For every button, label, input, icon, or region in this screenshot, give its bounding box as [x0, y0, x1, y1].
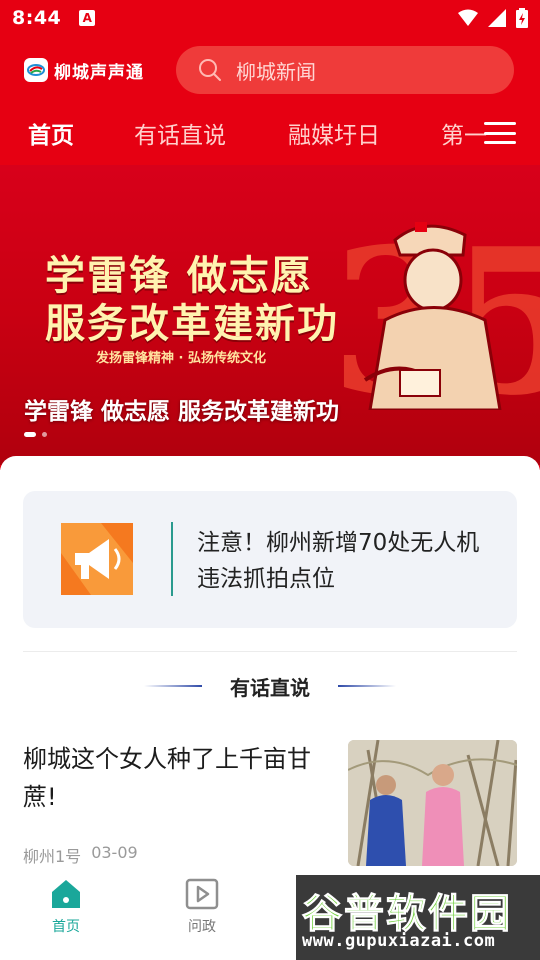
- notice-text: 注意！柳州新增70处无人机违法抓拍点位: [197, 530, 480, 592]
- search-icon: [199, 59, 221, 81]
- banner-headline-line2: 服务改革建新功: [45, 300, 339, 347]
- channel-tabs: 首页 有话直说 融媒圩日 第一: [0, 108, 540, 158]
- banner-carousel[interactable]: 35 学雷锋 做志愿 服务改革建新功 发扬雷锋精神 · 弘扬传统文化 学雷锋 做…: [0, 165, 540, 465]
- notification-a-icon: A: [79, 10, 96, 26]
- app-logo-icon: [24, 58, 48, 82]
- nav-wenzheng[interactable]: 问政: [162, 878, 242, 936]
- status-bar: 8:44 A: [0, 0, 540, 36]
- tab-rongmei-xuri[interactable]: 融媒圩日: [288, 116, 380, 150]
- battery-icon: [516, 8, 528, 28]
- notice-divider: [171, 522, 173, 596]
- section-line-left: [144, 685, 202, 687]
- banner-slogan: 发扬雷锋精神 · 弘扬传统文化: [96, 351, 266, 366]
- tab-home[interactable]: 首页: [28, 116, 74, 150]
- section-title: 有话直说: [230, 675, 310, 700]
- signal-icon: [488, 9, 506, 27]
- nav-home[interactable]: 首页: [26, 878, 106, 936]
- play-square-icon: [185, 878, 219, 910]
- article-date: 03-09: [91, 843, 138, 862]
- app-name: 柳城声声通: [54, 62, 144, 83]
- status-icons: [458, 8, 528, 28]
- search-placeholder: 柳城新闻: [236, 59, 316, 84]
- carousel-dot: [42, 432, 47, 437]
- nav-home-label: 首页: [52, 919, 80, 935]
- tab-first[interactable]: 第一: [441, 116, 487, 150]
- divider: [23, 651, 517, 652]
- channel-menu-icon[interactable]: [484, 118, 516, 148]
- article-title: 柳城这个女人种了上千亩甘蔗!: [23, 745, 311, 811]
- tab-youhua-zhishuo[interactable]: 有话直说: [134, 116, 226, 150]
- carousel-dot-active: [24, 432, 36, 437]
- banner-caption: 学雷锋 做志愿 服务改革建新功: [24, 399, 340, 425]
- nav-wenzheng-label: 问政: [188, 919, 216, 935]
- app-bar: 柳城声声通 柳城新闻: [0, 42, 540, 98]
- app-logo[interactable]: 柳城声声通: [24, 58, 144, 83]
- home-icon: [52, 880, 80, 908]
- status-time: 8:44: [12, 7, 62, 29]
- wifi-icon: [458, 9, 478, 26]
- article-source: 柳州1号: [23, 847, 82, 866]
- section-header: 有话直说: [0, 669, 540, 703]
- carousel-indicator: [24, 432, 47, 437]
- article-thumbnail: [348, 740, 517, 866]
- notice-card[interactable]: 注意！柳州新增70处无人机违法抓拍点位: [23, 491, 517, 628]
- watermark-url: www.gupuxiazai.com: [302, 931, 496, 951]
- section-line-right: [338, 685, 396, 687]
- banner-figure-illustration: [363, 222, 502, 410]
- watermark: 谷普软件园 www.gupuxiazai.com: [296, 875, 540, 960]
- search-input[interactable]: 柳城新闻: [176, 46, 514, 94]
- article-meta: 柳州1号 03-09: [23, 843, 138, 867]
- megaphone-icon: [61, 523, 133, 595]
- article-item[interactable]: 柳城这个女人种了上千亩甘蔗! 柳州1号 03-09: [23, 740, 517, 868]
